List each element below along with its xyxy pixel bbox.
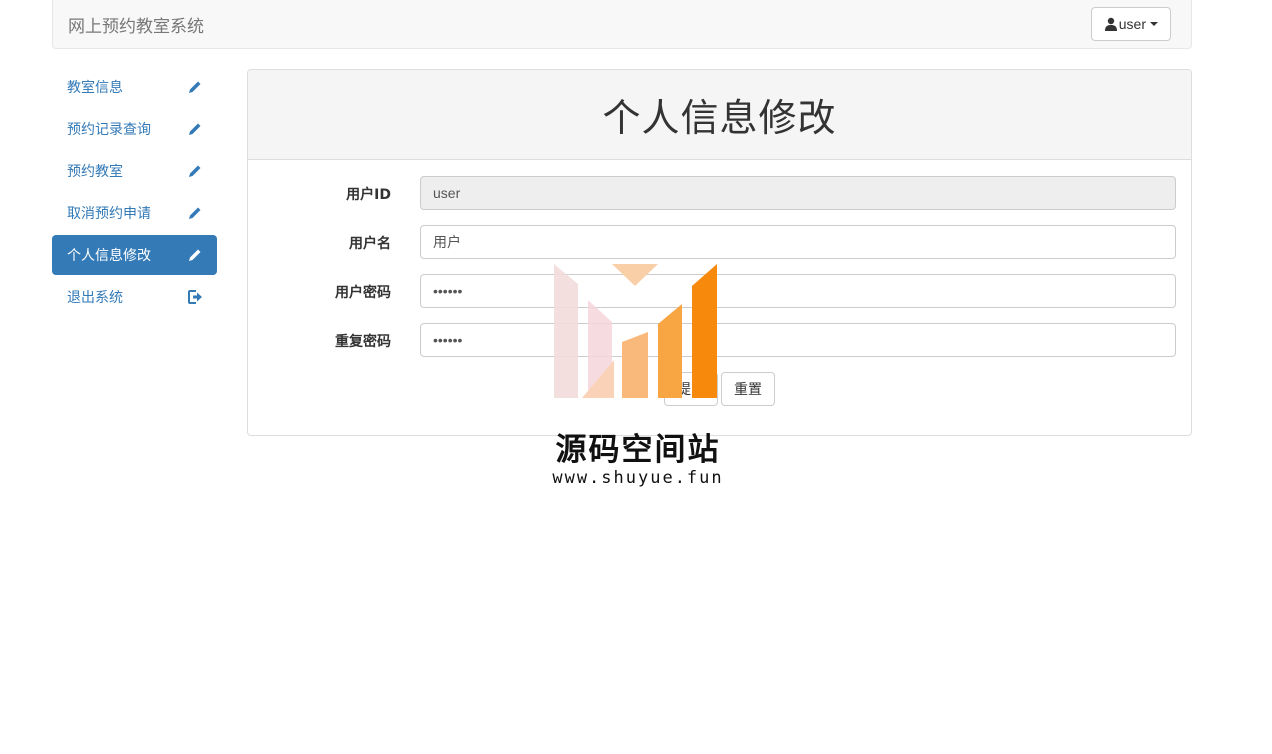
caret-down-icon [1150, 22, 1158, 26]
sidebar-item-label: 退出系统 [67, 290, 123, 306]
sidebar-item-label: 预约教室 [67, 164, 123, 180]
password-repeat-input[interactable] [420, 323, 1176, 357]
sidebar-item-classroom-info[interactable]: 教室信息 [52, 67, 217, 107]
pencil-icon [189, 207, 201, 219]
top-navbar: 网上预约教室系统 user [52, 0, 1192, 49]
password-label: 用户密码 [335, 285, 391, 301]
watermark-url: www.shuyue.fun [552, 468, 724, 488]
sidebar-item-label: 取消预约申请 [67, 206, 151, 222]
pencil-icon [189, 123, 201, 135]
sidebar-item-profile-edit[interactable]: 个人信息修改 [52, 235, 217, 275]
password-input[interactable] [420, 274, 1176, 308]
pencil-icon [189, 165, 201, 177]
form-row-password: 用户密码 [248, 274, 1191, 308]
username-input[interactable] [420, 225, 1176, 259]
pencil-icon [189, 249, 201, 261]
sidebar-item-logout[interactable]: 退出系统 [52, 277, 217, 317]
sidebar-item-label: 个人信息修改 [67, 248, 151, 264]
form-row-password-repeat: 重复密码 [248, 323, 1191, 357]
username-label: 用户名 [349, 236, 391, 252]
user-id-input[interactable] [420, 176, 1176, 210]
sidebar-nav: 教室信息 预约记录查询 预约教室 取消预约申请 个人信息修改 退出系统 [52, 67, 217, 319]
form-row-user-id: 用户ID [248, 176, 1191, 210]
sidebar-item-cancel-booking[interactable]: 取消预约申请 [52, 193, 217, 233]
password-repeat-label: 重复密码 [335, 334, 391, 350]
page-title: 个人信息修改 [602, 96, 837, 140]
sidebar-item-label: 预约记录查询 [67, 122, 151, 138]
logout-icon [188, 290, 202, 304]
reset-button[interactable]: 重置 [721, 372, 775, 406]
pencil-icon [189, 81, 201, 93]
panel-heading: 个人信息修改 [248, 70, 1191, 160]
user-menu-button[interactable]: user [1090, 7, 1171, 41]
sidebar-item-booking-records[interactable]: 预约记录查询 [52, 109, 217, 149]
form-row-username: 用户名 [248, 225, 1191, 259]
sidebar-item-label: 教室信息 [67, 80, 123, 96]
submit-button[interactable]: 提交 [664, 372, 718, 406]
profile-edit-panel: 个人信息修改 用户ID 用户名 用户密码 重复密码 提交 重置 [247, 69, 1192, 436]
sidebar-item-book-classroom[interactable]: 预约教室 [52, 151, 217, 191]
user-id-label: 用户ID [346, 187, 391, 203]
brand-title[interactable]: 网上预约教室系统 [68, 12, 204, 37]
user-icon [1104, 17, 1117, 31]
user-menu-label: user [1118, 16, 1146, 32]
